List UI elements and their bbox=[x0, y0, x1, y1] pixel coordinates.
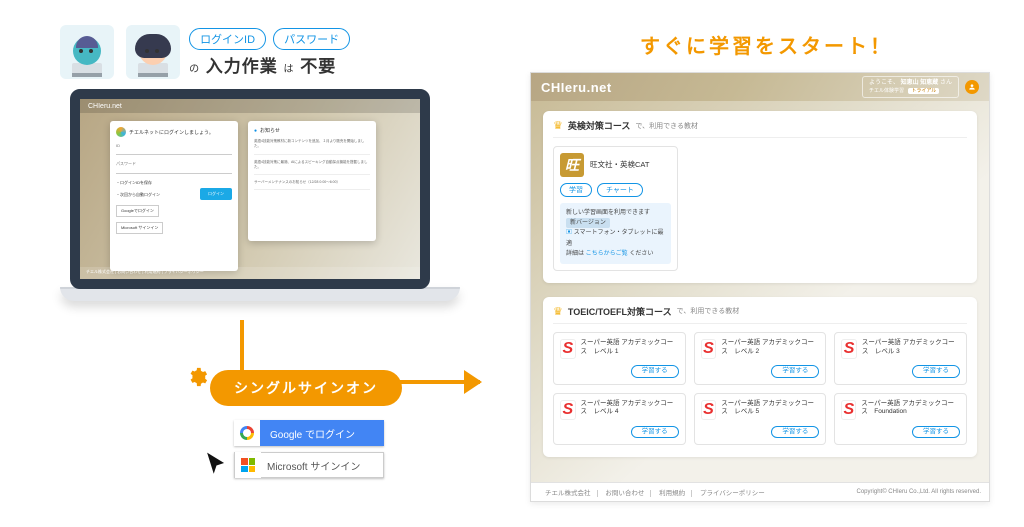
study-button[interactable]: 学習する bbox=[631, 365, 679, 378]
footer-link[interactable]: お問い合わせ bbox=[599, 490, 651, 497]
crown-icon: ♛ bbox=[553, 119, 563, 132]
study-button[interactable]: 学習 bbox=[560, 183, 592, 197]
section-title: TOEIC/TOEFL対策コース bbox=[568, 305, 672, 318]
footer-link[interactable]: プライバシーポリシー bbox=[694, 490, 771, 497]
no-entry-caption: ログインID パスワード の 入力作業 は 不要 bbox=[189, 28, 354, 77]
microsoft-icon bbox=[235, 452, 261, 478]
google-icon bbox=[234, 420, 260, 446]
google-signin-button[interactable]: Google でログイン bbox=[234, 420, 384, 446]
flow-line-down bbox=[240, 320, 244, 370]
avatar-girl bbox=[126, 25, 180, 79]
course-name: スーパー英語 アカデミックコース レベル 1 bbox=[581, 339, 679, 357]
course-name: 旺文社・英検CAT bbox=[590, 160, 649, 170]
news-card: お知らせ 英語4技能対策教材に新コンテンツを追加、１月より販売を開始しました。 … bbox=[248, 121, 376, 241]
course-name: スーパー英語 アカデミックコース レベル 4 bbox=[581, 400, 679, 418]
super-english-logo-icon: S bbox=[701, 339, 717, 359]
laptop-mock: CHIeru.net チエルネットにログインしましょう。 ID パスワード ・ロ… bbox=[60, 89, 440, 301]
study-button[interactable]: 学習する bbox=[771, 426, 819, 439]
login-footer: チエル株式会社 | お問い合わせ | 利用規約 | プライバシーポリシー bbox=[80, 267, 420, 279]
login-id-badge: ログインID bbox=[189, 28, 266, 50]
password-label: パスワード bbox=[116, 161, 232, 167]
gear-icon bbox=[186, 366, 208, 388]
app-body: ♛ 英検対策コース で、利用できる教材 旺 旺文社・英検CAT 学習 チャート … bbox=[531, 101, 989, 482]
news-item[interactable]: サーバーメンテナンスのお知らせ（12/28 0:00〜6:00） bbox=[254, 180, 370, 190]
keep-id-option[interactable]: ・ログインIDを保存 bbox=[116, 180, 232, 186]
login-welcome: チエルネットにログインしましょう。 bbox=[129, 129, 214, 136]
section-eiken: ♛ 英検対策コース で、利用できる教材 旺 旺文社・英検CAT 学習 チャート … bbox=[543, 111, 977, 283]
footer-link[interactable]: チエル株式会社 bbox=[539, 490, 598, 497]
cursor-icon bbox=[204, 452, 230, 481]
study-button[interactable]: 学習する bbox=[631, 426, 679, 439]
crown-icon: ♛ bbox=[553, 305, 563, 318]
password-badge: パスワード bbox=[273, 28, 350, 50]
login-google-button[interactable]: Googleでログイン bbox=[116, 205, 159, 217]
super-english-logo-icon: S bbox=[841, 400, 856, 420]
course-name: スーパー英語 アカデミックコース レベル 2 bbox=[721, 339, 819, 357]
login-button[interactable]: ログイン bbox=[200, 188, 232, 200]
avatar-boy bbox=[60, 25, 114, 79]
app-footer: チエル株式会社 お問い合わせ 利用規約 プライバシーポリシー Copyright… bbox=[531, 482, 989, 501]
trial-badge: トライアル bbox=[908, 88, 939, 94]
login-screen: CHIeru.net チエルネットにログインしましょう。 ID パスワード ・ロ… bbox=[70, 89, 430, 289]
toeic-course-card[interactable]: S スーパー英語 アカデミックコース レベル 1 学習する bbox=[553, 332, 686, 385]
app-brand: CHIeru.net bbox=[541, 80, 612, 95]
username-label: ID bbox=[116, 143, 232, 148]
smartphone-icon: ▣ bbox=[566, 230, 572, 236]
chart-button[interactable]: チャート bbox=[597, 183, 643, 197]
sso-label: シングルサインオン bbox=[210, 370, 402, 406]
study-button[interactable]: 学習する bbox=[771, 365, 819, 378]
left-panel: ログインID パスワード の 入力作業 は 不要 CHIeru.net チエルネ… bbox=[60, 25, 460, 301]
user-box[interactable]: ようこそ、 知恵山 知恵蔵 さん チエル体験学習 トライアル bbox=[862, 76, 979, 97]
footer-link[interactable]: 利用規約 bbox=[653, 490, 692, 497]
copyright: Copyright© CHIeru Co.,Ltd. All rights re… bbox=[857, 489, 981, 495]
section-title: 英検対策コース bbox=[568, 119, 631, 132]
login-ms-button[interactable]: Microsoft サインイン bbox=[116, 222, 163, 234]
study-button[interactable]: 学習する bbox=[912, 426, 960, 439]
study-button[interactable]: 学習する bbox=[912, 365, 960, 378]
toeic-course-card[interactable]: S スーパー英語 アカデミックコース レベル 5 学習する bbox=[694, 393, 827, 446]
chieru-logo-icon bbox=[116, 127, 126, 137]
super-english-logo-icon: S bbox=[701, 400, 717, 420]
login-card: チエルネットにログインしましょう。 ID パスワード ・ログインIDを保存 ・次… bbox=[110, 121, 238, 271]
super-english-logo-icon: S bbox=[560, 400, 576, 420]
super-english-logo-icon: S bbox=[841, 339, 857, 359]
course-name: スーパー英語 アカデミックコース レベル 5 bbox=[721, 400, 819, 418]
right-headline: すぐに学習をスタート！ bbox=[640, 30, 893, 59]
app-header: CHIeru.net ようこそ、 知恵山 知恵蔵 さん チエル体験学習 トライア… bbox=[531, 73, 989, 101]
toeic-course-card[interactable]: S スーパー英語 アカデミックコース レベル 3 学習する bbox=[834, 332, 967, 385]
app-window: CHIeru.net ようこそ、 知恵山 知恵蔵 さん チエル体験学習 トライア… bbox=[530, 72, 990, 502]
news-item[interactable]: 英語4技能対策に最適、AIによるスピーキング自動採点機能を搭載しました。 bbox=[254, 160, 370, 176]
student-avatars bbox=[60, 25, 180, 79]
super-english-logo-icon: S bbox=[560, 339, 576, 359]
news-heading: お知らせ bbox=[254, 127, 370, 134]
eiken-logo-icon: 旺 bbox=[560, 153, 584, 177]
course-notice: 新しい学習画面を利用できます 新バージョン ▣ スマートフォン・タブレットに最適… bbox=[560, 203, 671, 264]
microsoft-signin-button[interactable]: Microsoft サインイン bbox=[234, 452, 384, 478]
login-screen-brand: CHIeru.net bbox=[80, 99, 420, 113]
toeic-course-card[interactable]: S スーパー英語 アカデミックコース Foundation 学習する bbox=[834, 393, 967, 446]
toeic-course-grid: S スーパー英語 アカデミックコース レベル 1 学習する S スーパー英語 ア… bbox=[553, 332, 967, 446]
course-name: スーパー英語 アカデミックコース Foundation bbox=[861, 400, 960, 418]
arrow-right-icon bbox=[390, 380, 480, 384]
footer-links: チエル株式会社 お問い合わせ 利用規約 プライバシーポリシー bbox=[539, 487, 771, 497]
eiken-course-card[interactable]: 旺 旺文社・英検CAT 学習 チャート 新しい学習画面を利用できます 新バージョ… bbox=[553, 146, 678, 271]
section-toeic: ♛ TOEIC/TOEFL対策コース で、利用できる教材 S スーパー英語 アカ… bbox=[543, 297, 977, 458]
user-name: 知恵山 知恵蔵 bbox=[901, 80, 939, 86]
new-version-button[interactable]: 新バージョン bbox=[566, 218, 610, 228]
toeic-course-card[interactable]: S スーパー英語 アカデミックコース レベル 2 学習する bbox=[694, 332, 827, 385]
user-avatar-icon[interactable] bbox=[965, 80, 979, 94]
news-item[interactable]: 英語4技能対策教材に新コンテンツを追加、１月より販売を開始しました。 bbox=[254, 139, 370, 155]
course-name: スーパー英語 アカデミックコース レベル 3 bbox=[862, 339, 960, 357]
toeic-course-card[interactable]: S スーパー英語 アカデミックコース レベル 4 学習する bbox=[553, 393, 686, 446]
detail-link[interactable]: こちらからご覧 bbox=[586, 251, 628, 257]
